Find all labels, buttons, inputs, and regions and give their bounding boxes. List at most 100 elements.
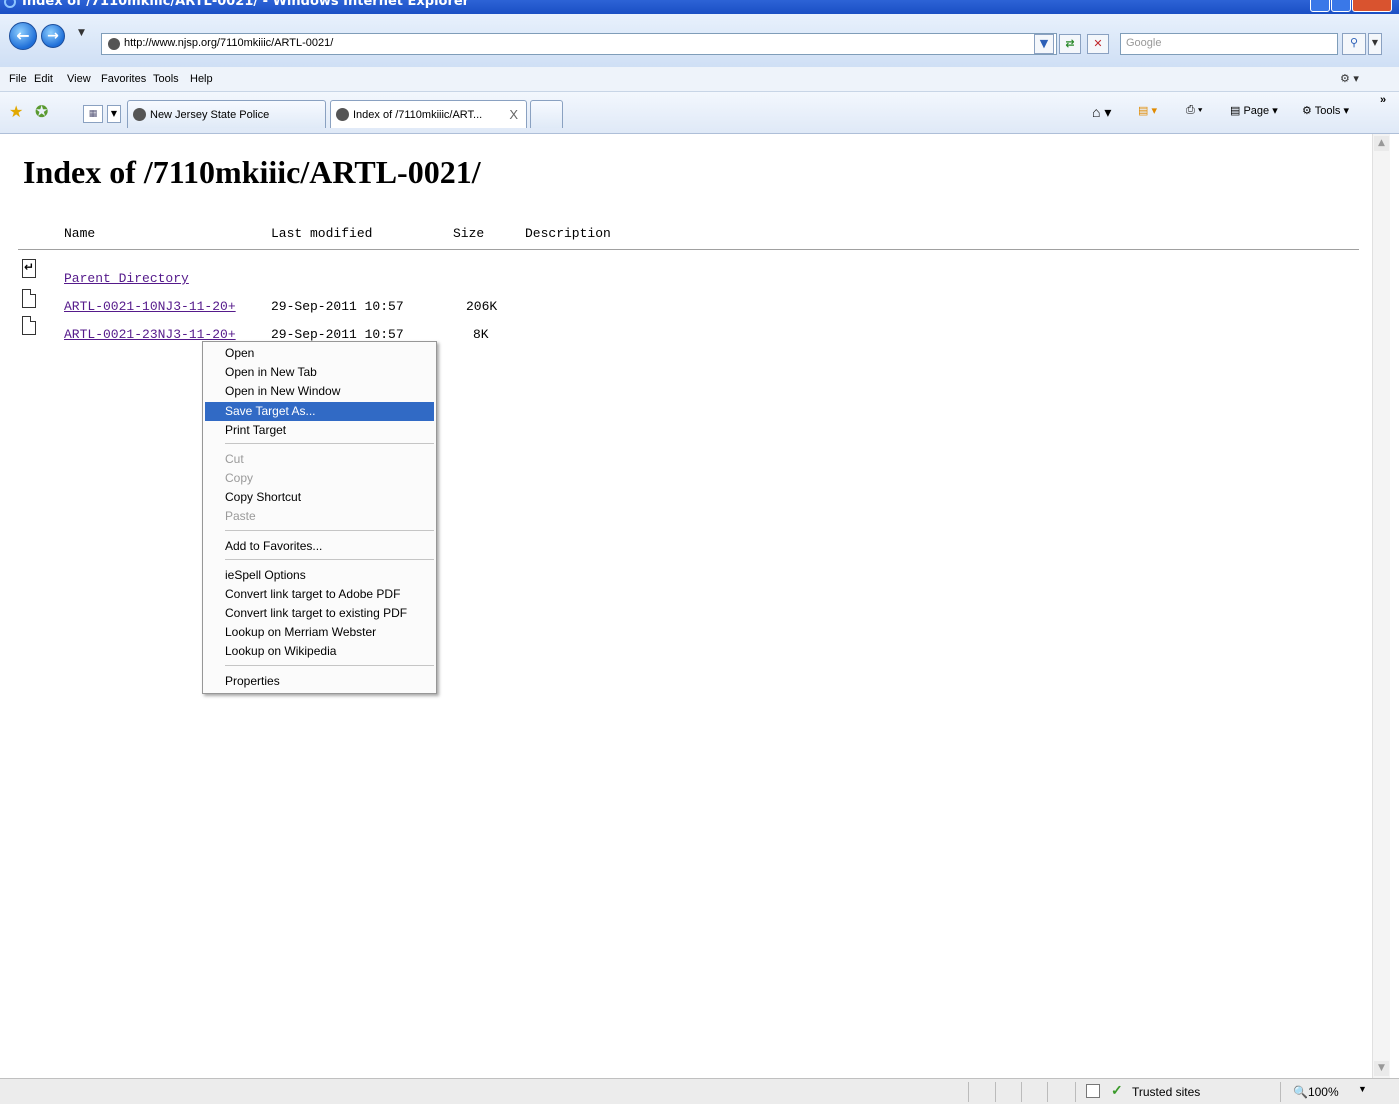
close-window-button[interactable]: [1352, 0, 1392, 12]
menu-item-lookup-wikipedia[interactable]: Lookup on Wikipedia: [205, 642, 434, 661]
window-title: Index of /7110mkiiic/ARTL-0021/ - Window…: [22, 0, 470, 9]
tab-index-of[interactable]: Index of /7110mkiiic/ART... X: [330, 100, 527, 128]
search-options-dropdown[interactable]: ▼: [1368, 33, 1382, 55]
close-tab-icon[interactable]: X: [509, 107, 518, 122]
status-divider: [1021, 1082, 1022, 1102]
status-divider: [995, 1082, 996, 1102]
add-favorites-icon[interactable]: ✪: [35, 102, 48, 121]
status-divider: [968, 1082, 969, 1102]
menu-item-convert-to-existing-pdf[interactable]: Convert link target to existing PDF: [205, 604, 434, 623]
recent-pages-dropdown-icon[interactable]: ▼: [78, 28, 85, 38]
column-header-name[interactable]: Name: [64, 226, 95, 241]
column-header-description[interactable]: Description: [525, 226, 611, 241]
tab-label: New Jersey State Police: [150, 109, 270, 121]
menu-separator: [225, 443, 434, 444]
menu-favorites[interactable]: Favorites: [101, 73, 146, 85]
tab-new-jersey-state-police[interactable]: New Jersey State Police: [127, 100, 326, 128]
column-header-last-modified[interactable]: Last modified: [271, 226, 372, 241]
status-bar: ✓ Trusted sites 🔍100% ▼: [0, 1078, 1399, 1104]
search-icon[interactable]: ⚲: [1342, 33, 1366, 55]
feeds-icon[interactable]: ▤ ▾: [1138, 104, 1157, 117]
page-menu-label: Page: [1243, 105, 1270, 117]
menu-item-properties[interactable]: Properties: [205, 672, 434, 691]
menu-item-paste: Paste: [225, 509, 256, 523]
menu-item-add-to-favorites[interactable]: Add to Favorites...: [205, 537, 434, 556]
tab-label: Index of /7110mkiiic/ART...: [353, 109, 483, 121]
menu-item-open-in-new-window[interactable]: Open in New Window: [205, 382, 434, 401]
scroll-down-icon[interactable]: ▼: [1374, 1061, 1389, 1076]
menu-item-open[interactable]: Open: [205, 344, 434, 363]
maximize-button[interactable]: [1331, 0, 1351, 12]
divider: [18, 249, 1359, 250]
menu-separator: [225, 665, 434, 666]
status-divider: [1280, 1082, 1281, 1102]
more-commands-icon[interactable]: »: [1380, 94, 1386, 106]
menu-file[interactable]: File: [9, 73, 27, 85]
print-icon[interactable]: ⎙ ▾: [1186, 104, 1202, 117]
back-folder-icon: ↵: [22, 259, 36, 278]
address-bar[interactable]: http://www.njsp.org/7110mkiiic/ARTL-0021…: [101, 33, 1057, 55]
favorites-center-icon[interactable]: ★: [9, 102, 23, 121]
menu-separator: [225, 559, 434, 560]
menu-item-cut: Cut: [225, 452, 244, 466]
file-modified: 29-Sep-2011 10:57: [271, 299, 404, 314]
toolbar-options-icon[interactable]: ⚙ ▾: [1340, 72, 1359, 85]
menu-item-lookup-merriam-webster[interactable]: Lookup on Merriam Webster: [205, 623, 434, 642]
minimize-button[interactable]: [1310, 0, 1330, 12]
menu-tools[interactable]: Tools: [153, 73, 179, 85]
site-icon: [336, 108, 349, 121]
page-title: Index of /7110mkiiic/ARTL-0021/: [23, 154, 481, 190]
status-divider: [1047, 1082, 1048, 1102]
zoom-level[interactable]: 🔍100%: [1293, 1085, 1339, 1099]
menu-item-open-in-new-tab[interactable]: Open in New Tab: [205, 363, 434, 382]
back-button[interactable]: ←: [9, 22, 37, 50]
stop-icon[interactable]: ✕: [1087, 34, 1109, 54]
status-divider: [1075, 1082, 1076, 1102]
tools-menu-label: Tools: [1314, 105, 1341, 117]
new-tab-button[interactable]: [530, 100, 563, 128]
file-modified: 29-Sep-2011 10:57: [271, 327, 404, 342]
menu-help[interactable]: Help: [190, 73, 213, 85]
address-url: http://www.njsp.org/7110mkiiic/ARTL-0021…: [124, 37, 334, 49]
forward-button[interactable]: →: [41, 24, 65, 48]
tab-list-dropdown[interactable]: ▼: [107, 105, 121, 123]
scroll-up-icon[interactable]: ▲: [1374, 136, 1389, 151]
vertical-scrollbar[interactable]: ▲ ▼: [1372, 134, 1390, 1078]
quick-tabs-icon[interactable]: ▦: [83, 105, 103, 123]
trusted-sites-icon: ✓: [1111, 1082, 1123, 1098]
file-icon: [22, 289, 36, 308]
menu-bar: File Edit View Favorites Tools Help ⚙ ▾: [0, 67, 1399, 92]
refresh-icon[interactable]: ⇄: [1059, 34, 1081, 54]
zoom-dropdown-icon[interactable]: ▼: [1358, 1084, 1367, 1094]
menu-item-print-target[interactable]: Print Target: [205, 421, 434, 440]
search-input[interactable]: Google: [1120, 33, 1338, 55]
search-placeholder: Google: [1126, 37, 1162, 49]
parent-directory-link[interactable]: Parent Directory: [43, 271, 189, 286]
page-menu-button[interactable]: ▤ Page ▾: [1230, 104, 1278, 117]
menu-item-iespell-options[interactable]: ieSpell Options: [205, 566, 434, 585]
menu-item-copy: Copy: [225, 471, 254, 485]
menu-view[interactable]: View: [67, 73, 91, 85]
site-icon: [108, 38, 120, 50]
file-icon: [22, 316, 36, 335]
ie-logo-icon: [4, 0, 16, 8]
column-header-size[interactable]: Size: [453, 226, 484, 241]
file-size: 206K: [466, 299, 498, 314]
file-link[interactable]: ARTL-0021-23NJ3-11-20+: [43, 327, 236, 342]
menu-item-convert-to-adobe-pdf[interactable]: Convert link target to Adobe PDF: [205, 585, 434, 604]
protected-mode-icon[interactable]: [1086, 1084, 1100, 1098]
file-link[interactable]: ARTL-0021-10NJ3-11-20+: [43, 299, 236, 314]
menu-item-save-target-as[interactable]: Save Target As...: [205, 402, 434, 421]
security-zone[interactable]: Trusted sites: [1132, 1085, 1200, 1099]
menu-edit[interactable]: Edit: [34, 73, 53, 85]
file-size: 8K: [473, 327, 489, 342]
home-icon[interactable]: ⌂ ▾: [1092, 104, 1111, 121]
tab-bar: ★ ✪ ▦ ▼ New Jersey State Police Index of…: [0, 92, 1399, 134]
title-bar: Index of /7110mkiiic/ARTL-0021/ - Window…: [0, 0, 1399, 14]
menu-separator: [225, 530, 434, 531]
address-dropdown-button[interactable]: ▼: [1034, 34, 1054, 54]
tools-menu-button[interactable]: ⚙ Tools ▾: [1302, 104, 1349, 117]
navigation-bar: ← → ▼ http://www.njsp.org/7110mkiiic/ART…: [0, 14, 1399, 67]
menu-item-copy-shortcut[interactable]: Copy Shortcut: [205, 488, 434, 507]
site-icon: [133, 108, 146, 121]
